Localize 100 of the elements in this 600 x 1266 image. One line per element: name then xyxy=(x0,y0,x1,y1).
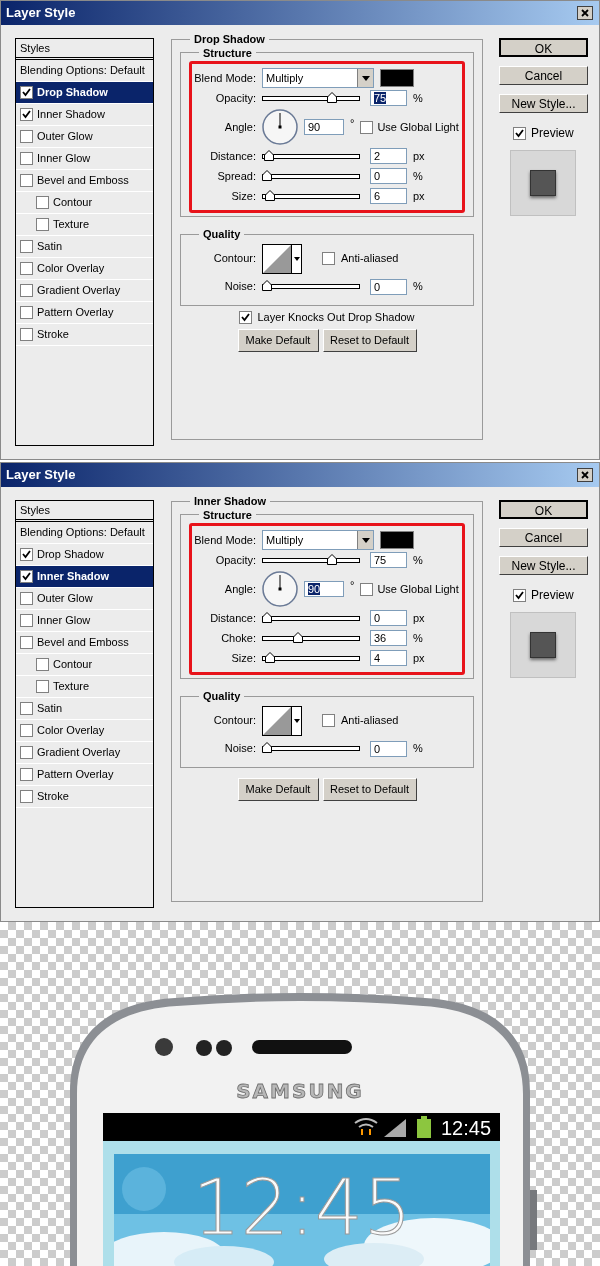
style-item[interactable]: Blending Options: Default xyxy=(16,522,153,544)
dialog-button[interactable]: Reset to Default xyxy=(322,777,417,801)
style-item[interactable]: Texture xyxy=(16,214,153,236)
input-field[interactable]: 4 xyxy=(370,650,407,666)
checkbox[interactable] xyxy=(20,306,33,319)
checkbox[interactable] xyxy=(20,702,33,715)
style-item[interactable]: Inner Glow xyxy=(16,148,153,170)
selected-text: 2 xyxy=(374,150,381,162)
input-field[interactable]: 36 xyxy=(370,630,407,646)
checkbox[interactable] xyxy=(513,126,526,140)
dialog-button[interactable]: Cancel xyxy=(499,66,588,85)
checkbox[interactable] xyxy=(20,108,33,121)
style-item[interactable]: Color Overlay xyxy=(16,258,153,280)
style-item[interactable]: Outer Glow xyxy=(16,588,153,610)
input-field[interactable]: 0 xyxy=(370,278,407,295)
dialog-button[interactable]: OK xyxy=(499,38,588,57)
slider-thumb[interactable] xyxy=(293,631,304,643)
checkbox[interactable] xyxy=(20,592,33,605)
slider-thumb[interactable] xyxy=(327,91,338,103)
slider-thumb[interactable] xyxy=(262,169,272,181)
dialog-button[interactable]: Make Default xyxy=(237,777,319,801)
slider-thumb[interactable] xyxy=(263,149,274,161)
slider-thumb[interactable] xyxy=(327,553,338,565)
slider-thumb[interactable] xyxy=(264,651,275,663)
checkbox[interactable] xyxy=(36,658,49,671)
checkbox[interactable] xyxy=(20,152,33,165)
checkbox[interactable] xyxy=(36,196,49,209)
blend-mode-dropdown[interactable]: Multiply xyxy=(262,68,374,88)
style-item[interactable]: Gradient Overlay xyxy=(16,280,153,302)
style-item[interactable]: Stroke xyxy=(16,786,153,808)
style-item[interactable]: Outer Glow xyxy=(16,126,153,148)
input-field[interactable]: 0 xyxy=(370,610,407,626)
style-item[interactable]: Inner Glow xyxy=(16,610,153,632)
slider-thumb[interactable] xyxy=(262,280,272,291)
checkbox[interactable] xyxy=(20,262,33,275)
style-item[interactable]: Pattern Overlay xyxy=(16,764,153,786)
dialog-button[interactable]: Make Default xyxy=(237,328,319,352)
checkbox[interactable] xyxy=(20,548,33,561)
angle-dial[interactable] xyxy=(262,109,298,145)
checkbox[interactable] xyxy=(322,714,335,727)
checkbox[interactable] xyxy=(20,240,33,253)
checkbox[interactable] xyxy=(20,790,33,803)
checkbox[interactable] xyxy=(20,86,33,99)
contour-picker[interactable] xyxy=(262,243,302,274)
dialog-button[interactable]: Cancel xyxy=(499,528,588,547)
checkbox[interactable] xyxy=(20,636,33,649)
checkbox[interactable] xyxy=(20,284,33,297)
dialog-button[interactable]: Reset to Default xyxy=(322,328,417,352)
checkbox[interactable] xyxy=(20,570,33,583)
selected-text: 0 xyxy=(374,170,381,182)
style-item[interactable]: Satin xyxy=(16,236,153,258)
dialog-button[interactable]: OK xyxy=(499,500,588,519)
input-field[interactable]: 2 xyxy=(370,148,407,164)
color-swatch[interactable] xyxy=(380,531,414,549)
style-item[interactable]: Inner Shadow xyxy=(16,566,153,588)
style-item[interactable]: Pattern Overlay xyxy=(16,302,153,324)
checkbox[interactable] xyxy=(360,120,374,134)
dialog-button[interactable]: New Style... xyxy=(499,94,588,113)
style-item[interactable]: Color Overlay xyxy=(16,720,153,742)
style-item[interactable]: Contour xyxy=(16,654,153,676)
battery-icon xyxy=(417,1116,431,1138)
style-item[interactable]: Satin xyxy=(16,698,153,720)
input-field[interactable]: 90 xyxy=(304,119,344,135)
input-field[interactable]: 0 xyxy=(370,168,407,184)
checkbox[interactable] xyxy=(20,724,33,737)
slider-thumb[interactable] xyxy=(265,189,276,201)
style-item[interactable]: Texture xyxy=(16,676,153,698)
style-item[interactable]: Inner Shadow xyxy=(16,104,153,126)
close-button[interactable] xyxy=(577,6,593,20)
slider-thumb[interactable] xyxy=(262,742,272,753)
style-item[interactable]: Contour xyxy=(16,192,153,214)
dialog-button[interactable]: New Style... xyxy=(499,556,588,575)
input-field[interactable]: 0 xyxy=(370,740,407,757)
checkbox[interactable] xyxy=(36,218,49,231)
checkbox[interactable] xyxy=(20,746,33,759)
input-field[interactable]: 90 xyxy=(304,581,344,597)
input-field[interactable]: 75 xyxy=(370,90,407,106)
checkbox[interactable] xyxy=(20,130,33,143)
style-item[interactable]: Bevel and Emboss xyxy=(16,170,153,192)
checkbox[interactable] xyxy=(20,328,33,341)
color-swatch[interactable] xyxy=(380,69,414,87)
style-item[interactable]: Drop Shadow xyxy=(16,82,153,104)
style-item[interactable]: Stroke xyxy=(16,324,153,346)
checkbox[interactable] xyxy=(360,582,374,596)
input-field[interactable]: 6 xyxy=(370,188,407,204)
slider-thumb[interactable] xyxy=(262,611,272,623)
checkbox[interactable] xyxy=(239,311,253,324)
checkbox[interactable] xyxy=(322,252,335,265)
style-item[interactable]: Gradient Overlay xyxy=(16,742,153,764)
checkbox[interactable] xyxy=(20,768,33,781)
blend-mode-dropdown[interactable]: Multiply xyxy=(262,530,374,550)
checkbox[interactable] xyxy=(513,588,526,602)
angle-dial[interactable] xyxy=(262,571,298,607)
input-field[interactable]: 75 xyxy=(370,552,407,568)
checkbox[interactable] xyxy=(20,174,33,187)
checkbox[interactable] xyxy=(20,614,33,627)
contour-picker[interactable] xyxy=(262,705,302,736)
style-item[interactable]: Bevel and Emboss xyxy=(16,632,153,654)
checkbox[interactable] xyxy=(36,680,49,693)
close-button[interactable] xyxy=(577,468,593,482)
